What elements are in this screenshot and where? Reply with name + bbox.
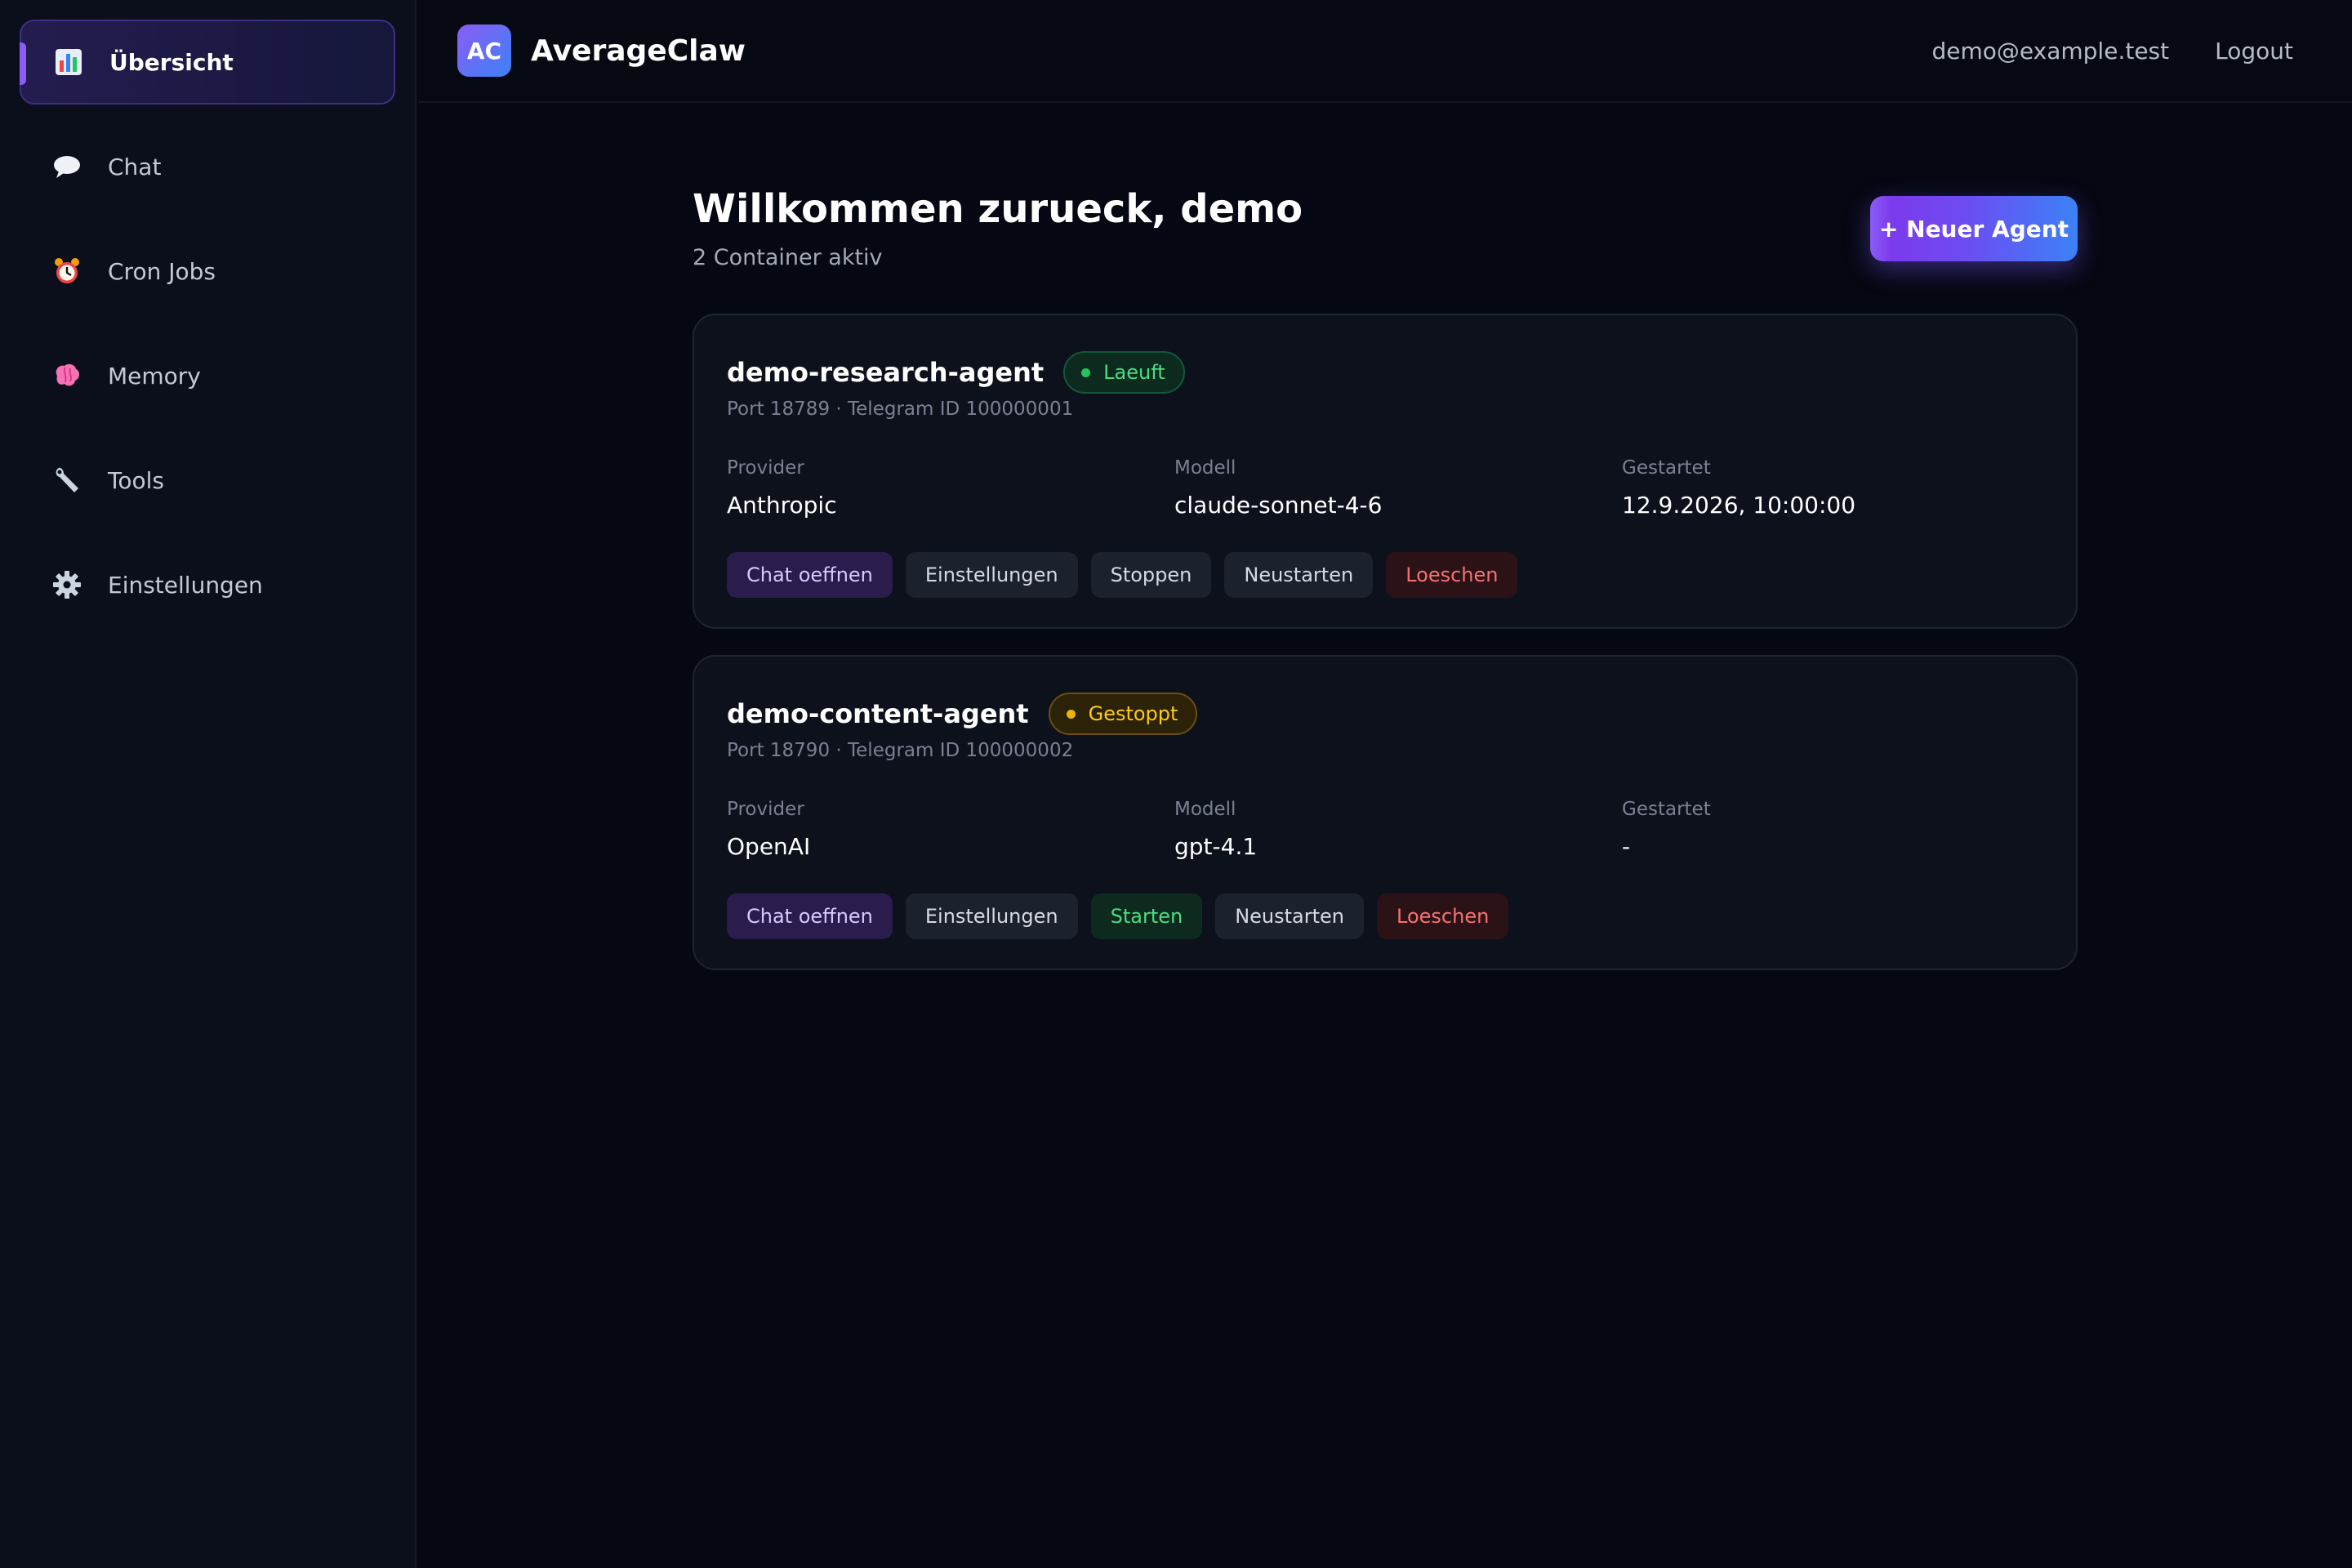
page-title: Willkommen zurueck, demo [693,186,1303,232]
status-badge: Gestoppt [1048,693,1198,735]
started-label: Gestartet [1622,799,1711,820]
sidebar: Übersicht Chat Cron Jobs Memory Tools Ei… [0,0,416,1568]
sidebar-item-label: Tools [108,466,164,494]
provider-value: Anthropic [727,492,837,519]
agent-name: demo-content-agent [727,698,1029,729]
provider-field: Provider Anthropic [727,457,837,519]
provider-field: Provider OpenAI [727,799,810,860]
started-label: Gestartet [1622,457,1711,479]
sidebar-item-label: Cron Jobs [108,257,216,285]
model-field: Modell gpt-4.1 [1174,799,1257,860]
model-label: Modell [1174,799,1236,820]
settings-button[interactable]: Einstellungen [905,552,1078,598]
restart-button[interactable]: Neustarten [1215,893,1365,939]
status-dot-icon [1081,368,1091,377]
app-logo: AC [457,24,511,77]
model-value: gpt-4.1 [1174,833,1258,860]
alarm-clock-icon [51,255,83,287]
new-agent-button[interactable]: + Neuer Agent [1870,196,2078,261]
status-badge: Laeuft [1063,351,1185,394]
agent-card-header: demo-research-agent Laeuft [727,351,1185,394]
model-value: claude-sonnet-4-6 [1174,492,1383,519]
delete-button[interactable]: Loeschen [1377,893,1509,939]
status-label: Gestoppt [1088,702,1178,725]
agent-actions: Chat oeffnen Einstellungen Stoppen Neust… [727,552,1518,598]
status-label: Laeuft [1103,361,1165,384]
provider-label: Provider [727,457,804,479]
user-menu: demo@example.test Logout [1932,38,2293,65]
provider-label: Provider [727,799,804,820]
agent-actions: Chat oeffnen Einstellungen Starten Neust… [727,893,1509,939]
sidebar-item-tools[interactable]: Tools [20,438,395,523]
started-value: 12.9.2026, 10:00:00 [1622,492,1856,519]
app-title: AverageClaw [531,33,746,68]
bar-chart-icon [52,46,85,78]
open-chat-button[interactable]: Chat oeffnen [727,552,893,598]
settings-button[interactable]: Einstellungen [905,893,1078,939]
sidebar-item-memory[interactable]: Memory [20,333,395,418]
provider-value: OpenAI [727,833,811,860]
agent-name: demo-research-agent [727,357,1045,388]
model-field: Modell claude-sonnet-4-6 [1174,457,1382,519]
sidebar-item-einstellungen[interactable]: Einstellungen [20,542,395,627]
agent-card: demo-research-agent Laeuft Port 18789 · … [693,314,2078,629]
gear-icon [51,568,83,601]
sidebar-item-chat[interactable]: Chat [20,124,395,209]
agent-meta: Port 18790 · Telegram ID 100000002 [727,740,1074,761]
agent-card-header: demo-content-agent Gestoppt [727,693,1198,735]
status-dot-icon [1066,709,1076,719]
restart-button[interactable]: Neustarten [1224,552,1374,598]
brain-icon [51,359,83,392]
sidebar-item-cron-jobs[interactable]: Cron Jobs [20,229,395,314]
sidebar-item-uebersicht[interactable]: Übersicht [20,20,395,105]
page-subtitle: 2 Container aktiv [693,245,883,270]
started-field: Gestartet - [1622,799,1711,860]
wrench-icon [51,464,83,497]
speech-bubble-icon [51,150,83,183]
sidebar-item-label: Einstellungen [108,571,263,599]
delete-button[interactable]: Loeschen [1386,552,1518,598]
sidebar-item-label: Übersicht [109,48,234,76]
sidebar-item-label: Chat [108,153,162,180]
top-bar: AC AverageClaw demo@example.test Logout [418,0,2352,103]
page-header: Willkommen zurueck, demo 2 Container akt… [693,103,2078,314]
sidebar-item-label: Memory [108,362,201,390]
agent-card: demo-content-agent Gestoppt Port 18790 ·… [693,655,2078,970]
model-label: Modell [1174,457,1236,479]
start-button[interactable]: Starten [1090,893,1203,939]
stop-button[interactable]: Stoppen [1090,552,1212,598]
started-value: - [1622,833,1631,860]
open-chat-button[interactable]: Chat oeffnen [727,893,893,939]
user-email: demo@example.test [1931,37,2170,65]
logout-link[interactable]: Logout [2215,38,2293,65]
main-content: Willkommen zurueck, demo 2 Container akt… [693,103,2078,996]
agent-meta: Port 18789 · Telegram ID 100000001 [727,399,1074,420]
started-field: Gestartet 12.9.2026, 10:00:00 [1622,457,1855,519]
